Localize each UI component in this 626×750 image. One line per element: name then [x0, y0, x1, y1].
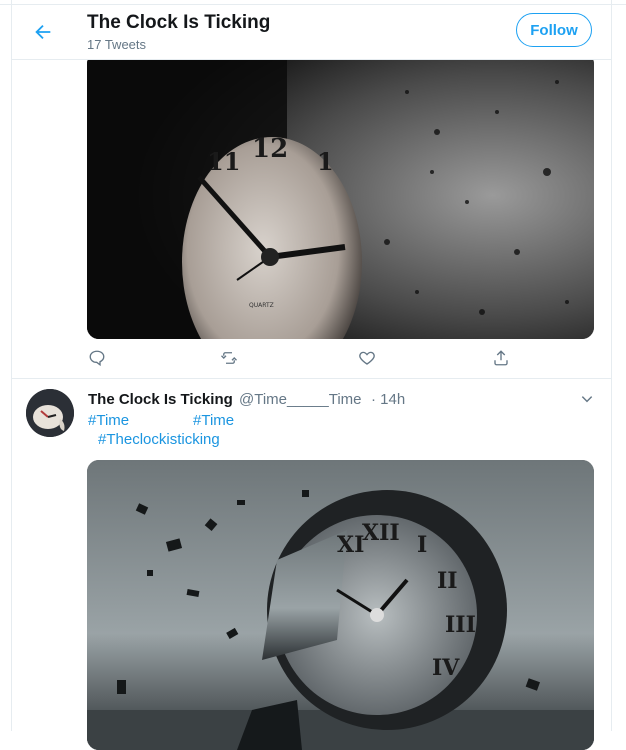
svg-text:11: 11 [207, 147, 240, 176]
tweet-timestamp[interactable]: · 14h [371, 391, 405, 408]
hashtag-link[interactable]: #Time [88, 412, 129, 429]
tweet-media-shattering-clock[interactable]: XI XII I II III IV [87, 460, 594, 750]
hashtag-link[interactable]: #Theclockisticking [98, 431, 220, 448]
tweet-count: 17 Tweets [87, 37, 147, 52]
svg-text:XII: XII [362, 520, 400, 546]
chevron-down-icon[interactable] [580, 392, 594, 406]
svg-text:II: II [437, 568, 458, 594]
profile-header: The Clock Is Ticking 17 Tweets Follow [12, 5, 611, 60]
svg-text:1: 1 [317, 147, 334, 176]
svg-text:QUARTZ: QUARTZ [249, 302, 274, 309]
avatar[interactable] [26, 389, 74, 437]
retweet-icon[interactable] [219, 349, 239, 369]
column-border-left [11, 0, 12, 731]
like-icon[interactable] [358, 349, 378, 369]
back-arrow-icon[interactable] [32, 21, 54, 43]
hashtag-link[interactable]: #Time [193, 412, 234, 429]
svg-text:XI: XI [337, 532, 364, 558]
share-icon[interactable] [492, 349, 512, 369]
tweet-divider [12, 378, 611, 379]
follow-button[interactable]: Follow [516, 13, 592, 47]
svg-text:12: 12 [252, 134, 288, 164]
profile-title: The Clock Is Ticking [87, 12, 271, 33]
reply-icon[interactable] [88, 349, 108, 369]
svg-text:III: III [445, 612, 476, 638]
tweet-actions [88, 349, 508, 369]
svg-text:IV: IV [432, 655, 460, 681]
svg-text:I: I [417, 532, 427, 558]
column-border-right [611, 0, 612, 731]
tweet-author-handle[interactable]: @Time_____Time [239, 391, 362, 408]
tweet-author-name[interactable]: The Clock Is Ticking [88, 391, 233, 408]
tweet-media-clock-face[interactable]: 12 1 11 QUARTZ [87, 52, 594, 339]
